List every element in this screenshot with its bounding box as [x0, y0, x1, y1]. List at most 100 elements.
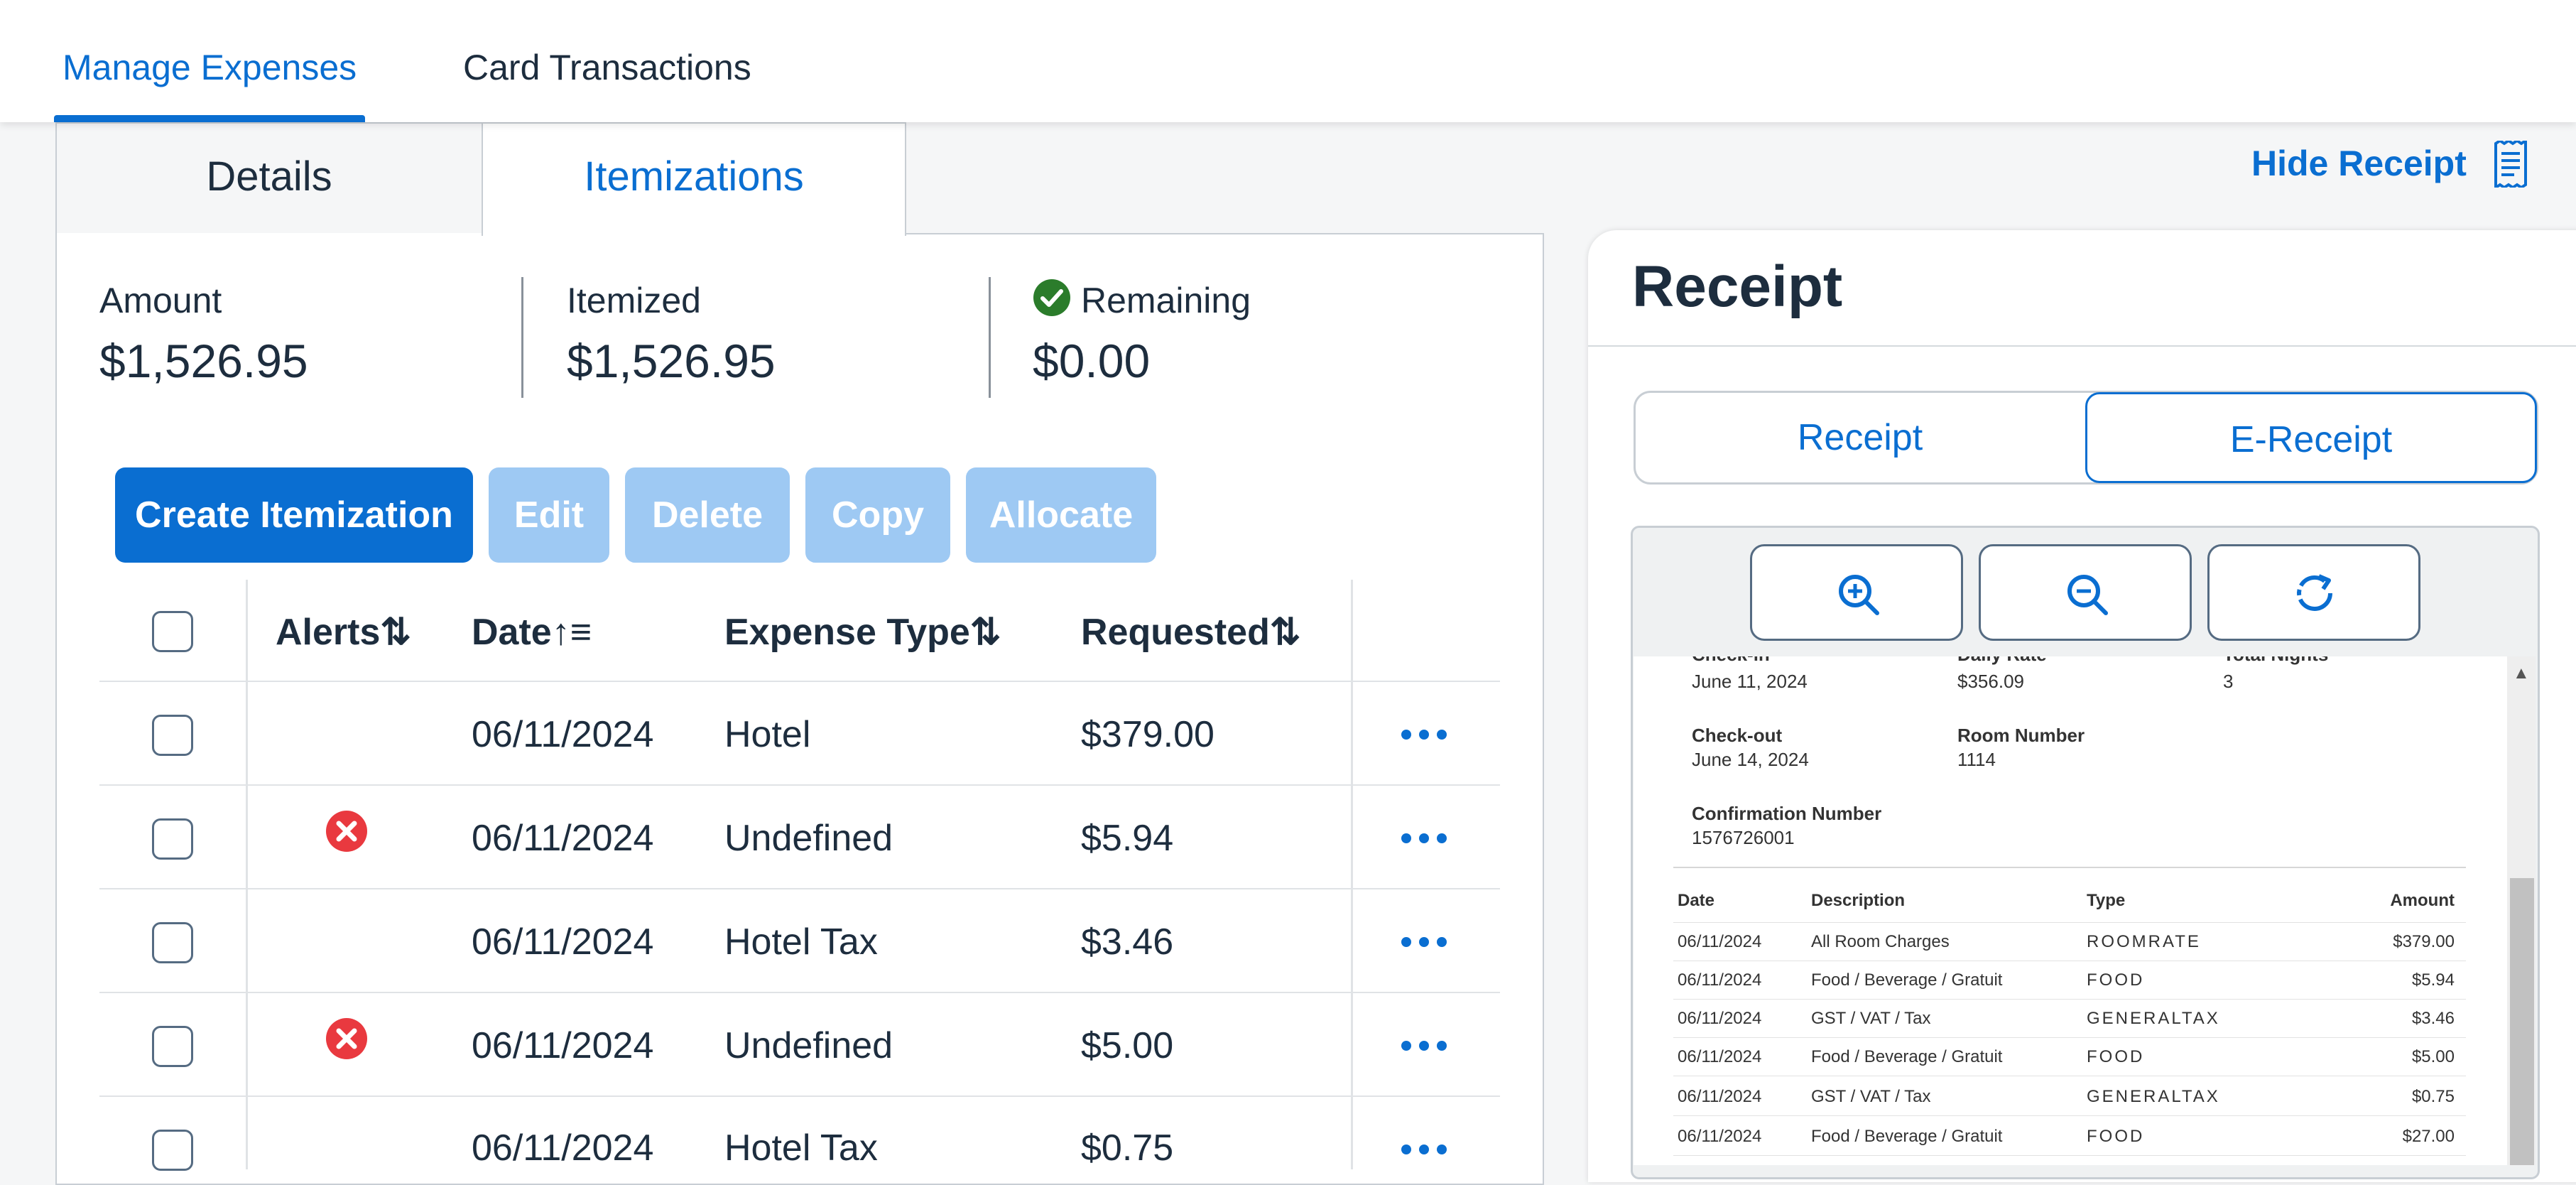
row-requested: $0.75 — [1081, 1127, 1174, 1169]
doc-row-divider — [1673, 1155, 2466, 1156]
row-divider — [99, 992, 1500, 993]
remaining-value: $0.00 — [1033, 335, 1151, 387]
row-date: 06/11/2024 — [472, 818, 654, 859]
room-number-value: 1114 — [1957, 749, 1996, 770]
row-requested: $5.94 — [1081, 818, 1174, 859]
row-requested: $5.00 — [1081, 1025, 1174, 1066]
doc-header-amount: Amount — [2390, 891, 2455, 910]
error-icon[interactable] — [325, 810, 368, 856]
tab-itemizations[interactable]: Itemizations — [482, 122, 906, 236]
segment-receipt[interactable]: Receipt — [1635, 392, 2085, 483]
doc-line-amount: $5.94 — [2411, 970, 2455, 990]
summary-divider — [989, 277, 991, 398]
tab-details[interactable]: Details — [55, 122, 483, 234]
itemized-label: Itemized — [567, 281, 701, 320]
amount-value: $1,526.95 — [99, 335, 308, 387]
row-expense-type[interactable]: Undefined — [724, 1017, 893, 1074]
zoom-out-button[interactable] — [1979, 544, 2192, 641]
more-options-icon[interactable] — [1401, 720, 1447, 752]
room-number-label: Room Number — [1957, 725, 2085, 746]
row-expense-type[interactable]: Hotel Tax — [724, 914, 878, 970]
doc-header-description: Description — [1811, 891, 1906, 910]
column-header-requested[interactable]: Requested⇅ — [1081, 604, 1300, 661]
row-date: 06/11/2024 — [472, 714, 654, 755]
remaining-label: Remaining — [1081, 281, 1251, 320]
segment-e-receipt[interactable]: E-Receipt — [2085, 392, 2537, 483]
check-in-value: June 11, 2024 — [1692, 671, 1808, 692]
more-options-icon[interactable] — [1401, 824, 1447, 856]
amount-label: Amount — [99, 281, 222, 320]
row-checkbox[interactable] — [152, 1026, 193, 1067]
row-divider — [99, 1095, 1500, 1097]
scroll-up-icon[interactable]: ▲ — [2513, 664, 2530, 683]
sort-icon: ⇅ — [1269, 612, 1301, 653]
row-checkbox[interactable] — [152, 1130, 193, 1171]
receipt-icon[interactable] — [2493, 138, 2528, 191]
tab-manage-expenses[interactable]: Manage Expenses — [53, 0, 366, 122]
zoom-in-button[interactable] — [1750, 544, 1963, 641]
receipt-divider — [1588, 345, 2576, 347]
zoom-out-icon — [2067, 575, 2108, 615]
column-header-expense-type[interactable]: Expense Type⇅ — [724, 604, 1001, 661]
confirmation-number-label: Confirmation Number — [1692, 803, 1882, 824]
column-header-alerts[interactable]: Alerts⇅ — [276, 604, 411, 661]
doc-row-divider — [1673, 1115, 2466, 1116]
doc-row-divider — [1673, 1037, 2466, 1038]
doc-header-date: Date — [1678, 891, 1715, 910]
daily-rate-value: $356.09 — [1957, 671, 2024, 692]
doc-line-description: GST / VAT / Tax — [1811, 1087, 1931, 1106]
doc-row-divider — [1673, 999, 2466, 1000]
row-checkbox[interactable] — [152, 715, 193, 756]
doc-line-type: FOOD — [2087, 970, 2145, 990]
column-header-alerts-label: Alerts — [276, 612, 381, 653]
column-header-date[interactable]: Date↑≡ — [472, 604, 592, 661]
doc-line-date: 06/11/2024 — [1678, 970, 1762, 990]
error-icon[interactable] — [325, 1017, 368, 1064]
create-itemization-button[interactable]: Create Itemization — [115, 467, 473, 563]
row-date: 06/11/2024 — [472, 921, 654, 963]
doc-line-description: GST / VAT / Tax — [1811, 1009, 1931, 1028]
copy-button[interactable]: Copy — [805, 467, 950, 563]
column-header-requested-label: Requested — [1081, 612, 1270, 653]
total-nights-value: 3 — [2223, 671, 2234, 692]
doc-line-description: Food / Beverage / Gratuit — [1811, 1047, 2003, 1066]
row-requested: $3.46 — [1081, 921, 1174, 963]
delete-button[interactable]: Delete — [625, 467, 790, 563]
doc-line-description: All Room Charges — [1811, 932, 1950, 951]
row-expense-type[interactable]: Undefined — [724, 810, 893, 867]
zoom-in-icon — [1839, 575, 1879, 615]
more-options-icon[interactable] — [1401, 1032, 1447, 1064]
check-circle-icon — [1033, 278, 1071, 320]
row-expense-type[interactable]: Hotel — [724, 706, 810, 763]
scrollbar-thumb[interactable] — [2510, 878, 2534, 1165]
sort-ascending-icon: ↑≡ — [551, 612, 592, 653]
hide-receipt-link[interactable]: Hide Receipt — [2251, 142, 2467, 185]
doc-header-type: Type — [2087, 891, 2126, 910]
edit-button[interactable]: Edit — [489, 467, 609, 563]
more-options-icon[interactable] — [1401, 928, 1447, 960]
doc-line-type: GENERALTAX — [2087, 1009, 2220, 1028]
row-divider — [99, 888, 1500, 889]
select-all-checkbox[interactable] — [152, 611, 193, 652]
check-out-label: Check-out — [1692, 725, 1783, 746]
row-checkbox[interactable] — [152, 922, 193, 963]
doc-line-amount: $379.00 — [2393, 932, 2455, 951]
row-divider — [99, 784, 1500, 786]
doc-line-date: 06/11/2024 — [1678, 1087, 1762, 1106]
column-header-expense-type-label: Expense Type — [724, 612, 970, 653]
row-expense-type[interactable]: Hotel Tax — [724, 1120, 878, 1176]
doc-line-amount: $0.75 — [2411, 1087, 2455, 1106]
check-out-value: June 14, 2024 — [1692, 749, 1809, 770]
doc-line-type: FOOD — [2087, 1127, 2145, 1146]
doc-line-description: Food / Beverage / Gratuit — [1811, 1127, 2003, 1146]
more-options-icon[interactable] — [1401, 1135, 1447, 1167]
receipt-title: Receipt — [1632, 254, 1843, 319]
rotate-button[interactable] — [2207, 544, 2420, 641]
summary-divider — [521, 277, 523, 398]
doc-line-date: 06/11/2024 — [1678, 932, 1762, 951]
row-checkbox[interactable] — [152, 818, 193, 860]
doc-line-amount: $5.00 — [2411, 1047, 2455, 1066]
tab-card-transactions[interactable]: Card Transactions — [463, 0, 751, 122]
panel-top-border — [905, 233, 1544, 234]
allocate-button[interactable]: Allocate — [966, 467, 1156, 563]
